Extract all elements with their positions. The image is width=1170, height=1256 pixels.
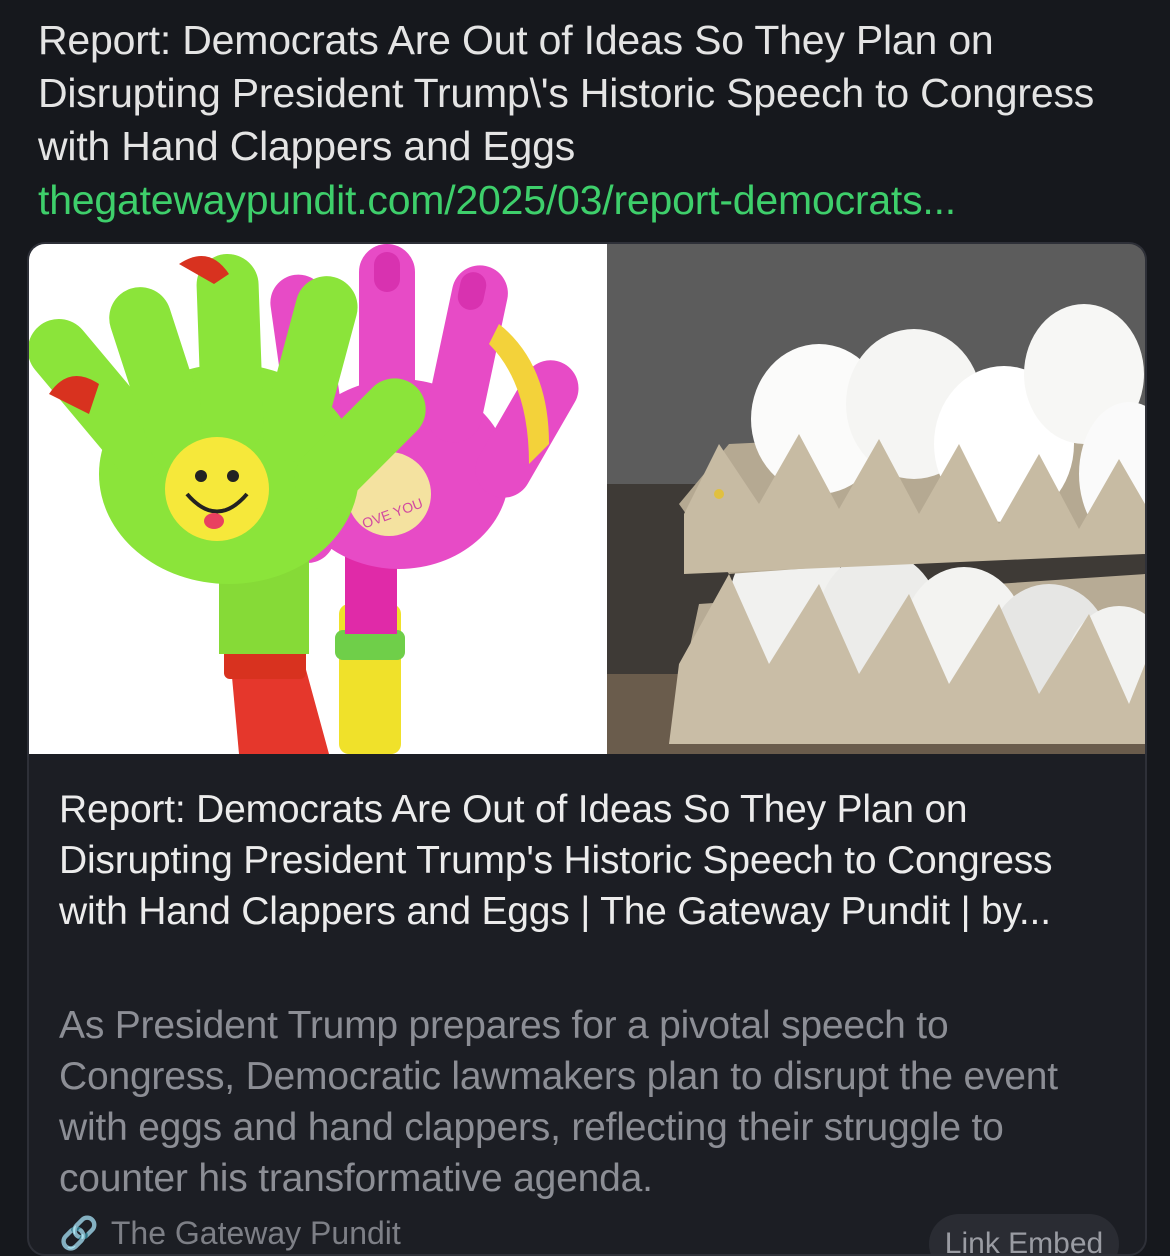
card-title[interactable]: Report: Democrats Are Out of Ideas So Th… bbox=[59, 784, 1119, 937]
post: Report: Democrats Are Out of Ideas So Th… bbox=[0, 0, 1170, 1256]
preview-image[interactable]: OVE YOU bbox=[29, 244, 1145, 754]
post-text: Report: Democrats Are Out of Ideas So Th… bbox=[38, 17, 1095, 169]
post-link[interactable]: thegatewaypundit.com/2025/03/report-demo… bbox=[38, 174, 956, 227]
link-icon: 🔗 bbox=[59, 1215, 99, 1251]
card-source-label: The Gateway Pundit bbox=[110, 1214, 401, 1251]
link-preview-card[interactable]: OVE YOU Report: Democrats Are Out of Ide… bbox=[27, 242, 1147, 1256]
card-source: 🔗 The Gateway Pundit bbox=[59, 1214, 401, 1252]
link-embed-button[interactable]: Link Embed bbox=[929, 1214, 1119, 1254]
card-description: As President Trump prepares for a pivota… bbox=[59, 1004, 1058, 1200]
